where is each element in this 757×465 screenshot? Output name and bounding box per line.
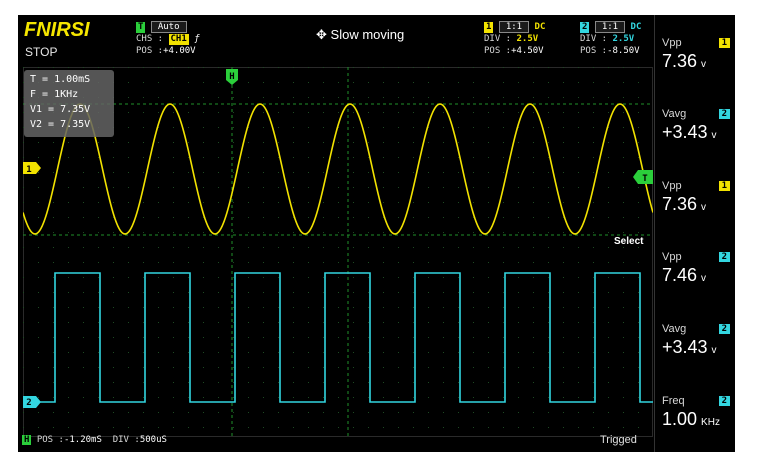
measurement-value: 1.00 bbox=[662, 409, 698, 429]
channel2-coupling: DC bbox=[630, 22, 642, 32]
chs-label: CHS : bbox=[136, 34, 164, 44]
channel1-settings[interactable]: 1 1:1 DC bbox=[484, 21, 545, 33]
trigger-mode-value: Auto bbox=[150, 21, 187, 33]
channel1-probe: 1:1 bbox=[498, 21, 530, 33]
timebase-div-label: DIV : bbox=[112, 435, 140, 445]
channel1-level-marker[interactable]: 1 bbox=[23, 162, 41, 175]
measurement-value: 7.46 bbox=[662, 265, 698, 285]
channel1-badge: 1 bbox=[484, 22, 494, 33]
measurement-channel-badge: 1 bbox=[718, 181, 730, 191]
channel1-waveform bbox=[23, 103, 653, 235]
measurement-slot-1[interactable]: Vpp 1 7.36 v bbox=[662, 37, 732, 72]
chs-value: CH1 bbox=[168, 34, 189, 45]
sidebar-divider bbox=[654, 15, 655, 452]
trigger-marker-label: T bbox=[642, 174, 648, 184]
measurement-unit: v bbox=[701, 202, 707, 213]
measurement-slot-3[interactable]: Vpp 1 7.36 v bbox=[662, 180, 732, 215]
channel1-pos-label: POS : bbox=[484, 46, 512, 56]
measurement-channel-badge: 2 bbox=[718, 324, 730, 334]
brand-logo: FNIRSI bbox=[24, 19, 90, 41]
measurement-slot-6[interactable]: Freq 2 1.00 KHz bbox=[662, 395, 732, 430]
ch2-marker-label: 2 bbox=[26, 398, 31, 408]
measurement-channel-badge: 2 bbox=[718, 109, 730, 119]
channel2-pos-value: -8.50V bbox=[607, 46, 640, 56]
measurement-unit: KHz bbox=[701, 417, 720, 428]
timebase-badge: H bbox=[22, 435, 32, 445]
channel2-div-label: DIV : bbox=[580, 34, 608, 44]
channel2-div: DIV : 2.5V bbox=[580, 34, 634, 45]
channel1-pos: POS :+4.50V bbox=[484, 46, 544, 57]
trigger-mode-badge: T bbox=[136, 22, 146, 33]
trigger-pos-label: POS : bbox=[136, 46, 164, 56]
measurement-slot-4[interactable]: Vpp 2 7.46 v bbox=[662, 251, 732, 286]
measurement-unit: v bbox=[711, 130, 717, 141]
channel2-div-value: 2.5V bbox=[612, 34, 635, 44]
measurement-unit: v bbox=[701, 273, 707, 284]
measurement-value: +3.43 bbox=[662, 122, 708, 142]
measurement-channel-badge: 2 bbox=[718, 252, 730, 262]
h-marker-label: H bbox=[229, 72, 234, 82]
timebase-div-value: 500uS bbox=[139, 435, 167, 445]
trigger-mode-control[interactable]: T Auto bbox=[136, 21, 187, 33]
rising-edge-icon: ƒ bbox=[194, 34, 200, 44]
grid bbox=[23, 67, 653, 437]
timebase-pos-label: POS : bbox=[36, 435, 64, 445]
channel1-div-label: DIV : bbox=[484, 34, 512, 44]
measurement-value: 7.36 bbox=[662, 194, 698, 214]
status-text: Slow moving bbox=[330, 27, 405, 42]
select-label[interactable]: Select bbox=[614, 236, 643, 247]
trigger-source[interactable]: CHS : CH1 ƒ bbox=[136, 34, 200, 45]
channel1-div: DIV : 2.5V bbox=[484, 34, 538, 45]
frequency-readout: F = 1KHz bbox=[30, 89, 79, 100]
channel2-badge: 2 bbox=[580, 22, 590, 33]
measurement-value: 7.36 bbox=[662, 51, 698, 71]
measurement-unit: v bbox=[701, 59, 707, 70]
channel1-coupling: DC bbox=[534, 22, 546, 32]
oscilloscope-screen: FNIRSI STOP T Auto CHS : CH1 ƒ POS :+4.0… bbox=[18, 15, 735, 452]
trigger-status: Trigged bbox=[600, 434, 637, 446]
v2-readout: V2 = 7.35V bbox=[30, 119, 91, 130]
status-indicator: ✥ Slow moving bbox=[316, 27, 404, 43]
measurement-slot-2[interactable]: Vavg 2 +3.43 v bbox=[662, 108, 732, 143]
channel1-div-value: 2.5V bbox=[516, 34, 539, 44]
timebase-bar[interactable]: H POS :-1.20mS DIV :500uS bbox=[22, 435, 167, 445]
trigger-pos-value: +4.00V bbox=[163, 46, 196, 56]
ch1-marker-label: 1 bbox=[26, 165, 31, 175]
horizontal-position-marker[interactable]: H bbox=[226, 69, 238, 85]
waveform-display[interactable]: H 1 2 T bbox=[23, 67, 653, 437]
channel2-probe: 1:1 bbox=[594, 21, 626, 33]
timebase-pos-value: -1.20mS bbox=[63, 435, 102, 445]
measurement-channel-badge: 1 bbox=[718, 38, 730, 48]
trigger-level-marker[interactable]: T bbox=[633, 170, 653, 184]
measurement-info-box: T = 1.00mS F = 1KHz V1 = 7.35V V2 = 7.35… bbox=[24, 70, 114, 137]
measurement-channel-badge: 2 bbox=[718, 396, 730, 406]
channel2-pos: POS :-8.50V bbox=[580, 46, 640, 57]
measurement-slot-5[interactable]: Vavg 2 +3.43 v bbox=[662, 323, 732, 358]
period-readout: T = 1.00mS bbox=[30, 74, 91, 85]
channel2-settings[interactable]: 2 1:1 DC bbox=[580, 21, 641, 33]
channel2-pos-label: POS : bbox=[580, 46, 608, 56]
channel1-pos-value: +4.50V bbox=[511, 46, 544, 56]
v1-readout: V1 = 7.35V bbox=[30, 104, 91, 115]
run-stop-button[interactable]: STOP bbox=[25, 45, 57, 59]
measurement-value: +3.43 bbox=[662, 337, 708, 357]
measurement-unit: v bbox=[711, 345, 717, 356]
trigger-position: POS :+4.00V bbox=[136, 46, 196, 57]
move-arrows-icon: ✥ bbox=[316, 27, 327, 42]
